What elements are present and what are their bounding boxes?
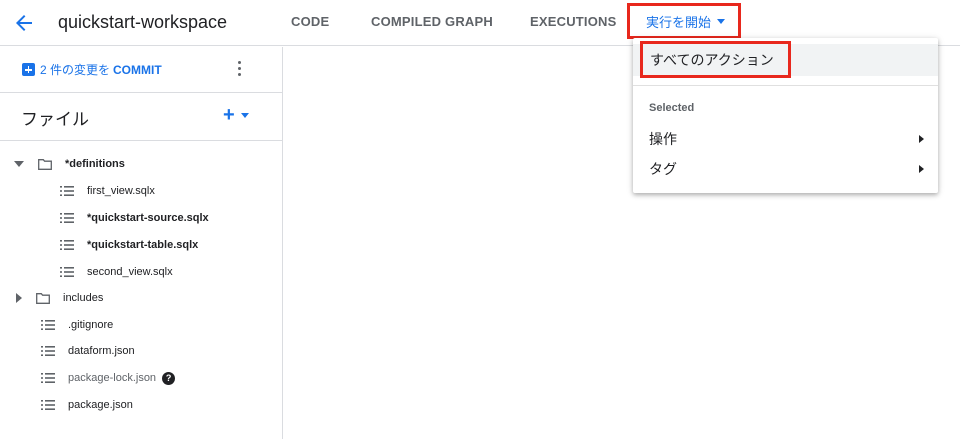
tree-file-first-view[interactable]: first_view.sqlx	[60, 181, 155, 201]
tree-folder-definitions[interactable]: *definitions	[14, 154, 125, 174]
files-heading: ファイル	[21, 110, 89, 129]
add-icon: +	[223, 104, 235, 126]
commit-count-text: 2 件の変更を	[40, 63, 111, 77]
tree-item-label: package.json	[68, 399, 133, 411]
list-file-icon	[41, 400, 55, 410]
tree-item-label: dataform.json	[68, 345, 135, 357]
divider	[0, 92, 282, 93]
chevron-down-icon	[240, 112, 249, 118]
folder-icon	[36, 292, 50, 304]
folder-icon	[38, 158, 52, 170]
list-file-icon	[41, 346, 55, 356]
start-execution-label: 実行を開始	[646, 14, 712, 30]
list-file-icon	[60, 240, 74, 250]
expand-more-icon[interactable]	[14, 161, 24, 167]
divider	[633, 85, 938, 86]
menu-item-tags[interactable]: タグ	[633, 155, 938, 183]
tab-compiled-graph[interactable]: COMPILED GRAPH	[371, 14, 493, 29]
tree-item-label: package-lock.json	[68, 372, 157, 384]
tree-file-package-lock-json[interactable]: package-lock.json ?	[41, 368, 176, 388]
arrow-back-icon[interactable]	[12, 11, 36, 35]
help-icon[interactable]: ?	[162, 371, 176, 385]
tree-item-label: .gitignore	[68, 319, 114, 331]
commit-label: COMMIT	[113, 62, 162, 77]
tree-folder-includes[interactable]: includes	[14, 288, 103, 308]
add-box-icon	[22, 63, 35, 76]
tree-item-label: first_view.sqlx	[87, 185, 155, 197]
tab-code[interactable]: CODE	[291, 14, 329, 29]
menu-item-label: 操作	[649, 131, 677, 147]
tree-file-package-json[interactable]: package.json	[41, 395, 133, 415]
start-execution-menu: すべてのアクション Selected 操作 タグ	[633, 38, 938, 193]
menu-section-selected: Selected	[649, 102, 695, 114]
tab-executions[interactable]: EXECUTIONS	[530, 14, 617, 29]
tree-file-dataform-json[interactable]: dataform.json	[41, 341, 135, 361]
menu-item-all-actions[interactable]: すべてのアクション	[640, 41, 791, 78]
start-execution-button[interactable]: 実行を開始	[627, 3, 741, 39]
file-sidebar: 2 件の変更を COMMIT ファイル + *definitions first…	[0, 47, 283, 439]
list-file-icon	[41, 373, 55, 383]
tree-item-label: *quickstart-table.sqlx	[87, 239, 199, 251]
menu-item-label: タグ	[649, 161, 677, 177]
tree-file-second-view[interactable]: second_view.sqlx	[60, 262, 173, 282]
workspace-title: quickstart-workspace	[58, 12, 228, 32]
list-file-icon	[60, 213, 74, 223]
tree-item-label: *quickstart-source.sqlx	[87, 212, 209, 224]
list-file-icon	[60, 186, 74, 196]
list-file-icon	[60, 267, 74, 277]
add-file-button[interactable]: +	[223, 104, 249, 126]
arrow-right-icon	[919, 165, 924, 173]
tree-file-gitignore[interactable]: .gitignore	[41, 315, 113, 335]
tree-item-label: *definitions	[65, 158, 125, 170]
tree-file-quickstart-source[interactable]: *quickstart-source.sqlx	[60, 208, 209, 228]
commit-changes-button[interactable]: 2 件の変更を COMMIT	[22, 61, 162, 78]
chevron-right-icon[interactable]	[16, 293, 22, 303]
more-vert-icon[interactable]	[234, 61, 244, 79]
list-file-icon	[41, 320, 55, 330]
tree-file-quickstart-table[interactable]: *quickstart-table.sqlx	[60, 235, 198, 255]
divider	[0, 140, 282, 141]
arrow-right-icon	[919, 135, 924, 143]
tree-item-label: includes	[63, 292, 104, 304]
tree-item-label: second_view.sqlx	[87, 266, 173, 278]
chevron-down-icon	[717, 18, 726, 24]
menu-item-actions[interactable]: 操作	[633, 125, 938, 153]
